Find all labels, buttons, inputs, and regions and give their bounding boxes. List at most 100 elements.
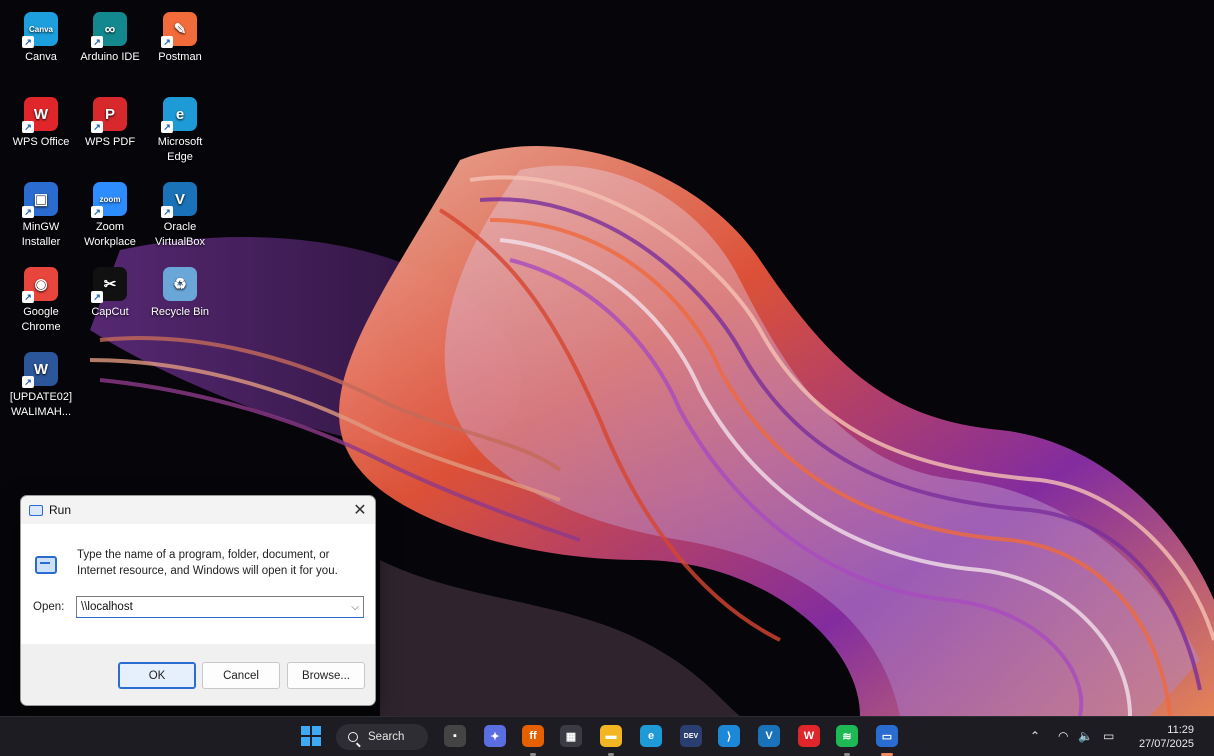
clock-time: 11:29 <box>1167 724 1194 736</box>
shortcut-arrow-icon: ↗ <box>91 36 103 48</box>
taskbar-app-virtualbox[interactable]: V <box>758 725 780 747</box>
microsoft-edge-icon: e ↗ <box>161 97 197 133</box>
chevron-up-icon[interactable]: ⌃ <box>1030 729 1040 743</box>
shortcut-arrow-icon: ↗ <box>91 206 103 218</box>
taskbar-app-microsoft-store[interactable]: ▦ <box>560 725 582 747</box>
walimah-document-glyph: W <box>33 360 49 378</box>
desktop-icon-canva[interactable]: Canva ↗ Canva <box>8 12 74 65</box>
run-app-icon <box>29 504 43 516</box>
task-view-icon: ▪ <box>453 730 457 742</box>
desktop-icon-google-chrome[interactable]: ◉ ↗ Google Chrome <box>8 267 74 335</box>
taskbar-app-wps[interactable]: W <box>798 725 820 747</box>
wps-icon: W <box>803 730 815 742</box>
run-footer: OK Cancel Browse... <box>21 644 375 705</box>
desktop-icon-zoom-workplace[interactable]: zoom ↗ Zoom Workplace <box>77 182 143 250</box>
close-icon: ✕ <box>353 502 367 519</box>
start-button[interactable] <box>300 725 322 747</box>
desktop-icon-label: Postman <box>158 51 202 63</box>
desktop-icon-postman[interactable]: ✎ ↗ Postman <box>147 12 213 65</box>
google-chrome-icon: ◉ ↗ <box>22 267 58 303</box>
open-input[interactable] <box>76 596 364 618</box>
firefox-icon: ff <box>529 730 537 742</box>
run-icon <box>35 556 57 574</box>
desktop-icon-label: Zoom Workplace <box>84 221 136 248</box>
run-title: Run <box>49 503 72 517</box>
battery-icon[interactable]: ▭ <box>1103 729 1114 743</box>
vscode-icon: ⟩ <box>726 730 732 743</box>
wps-pdf-icon: P ↗ <box>91 97 127 133</box>
desktop-icon-microsoft-edge[interactable]: e ↗ Microsoft Edge <box>147 97 213 165</box>
shortcut-arrow-icon: ↗ <box>161 206 173 218</box>
browse-button[interactable]: Browse... <box>287 662 365 689</box>
zoom-workplace-icon: zoom ↗ <box>91 182 127 218</box>
file-explorer-icon: ▬ <box>605 730 617 742</box>
ok-button[interactable]: OK <box>118 662 196 689</box>
run-titlebar[interactable]: Run <box>21 496 375 524</box>
walimah-document-icon: W ↗ <box>22 352 58 388</box>
taskbar-app-task-view[interactable]: ▪ <box>444 725 466 747</box>
chevron-down-icon[interactable]: ⌵ <box>347 598 363 616</box>
wps-pdf-glyph: P <box>104 105 115 123</box>
microsoft-store-icon: ▦ <box>565 730 577 743</box>
taskbar-app-copilot[interactable]: ✦ <box>484 725 506 747</box>
desktop-icon-wps-office[interactable]: W ↗ WPS Office <box>8 97 74 150</box>
search-icon <box>348 732 358 742</box>
mingw-installer-glyph: ▣ <box>33 190 49 208</box>
desktop-icon-label: Recycle Bin <box>150 306 210 318</box>
canva-glyph: Canva <box>28 24 53 34</box>
postman-icon: ✎ ↗ <box>161 12 197 48</box>
cancel-button[interactable]: Cancel <box>202 662 280 689</box>
desktop-icon-label: Oracle VirtualBox <box>155 221 205 248</box>
shortcut-arrow-icon: ↗ <box>22 36 34 48</box>
desktop-icon-label: WPS PDF <box>84 136 136 148</box>
shortcut-arrow-icon: ↗ <box>161 36 173 48</box>
wifi-icon[interactable]: ◠ <box>1058 729 1068 743</box>
shortcut-arrow-icon: ↗ <box>22 121 34 133</box>
shortcut-arrow-icon: ↗ <box>22 376 34 388</box>
arduino-ide-glyph: ∞ <box>104 20 116 38</box>
desktop-icon-label: MinGW Installer <box>21 221 61 248</box>
taskbar-app-run[interactable]: ▭ <box>876 725 898 747</box>
dev-home-icon: DEV <box>683 732 699 740</box>
desktop-icon-recycle-bin[interactable]: ♻ Recycle Bin <box>147 267 213 320</box>
desktop-icon-label: WPS Office <box>12 136 70 148</box>
shortcut-arrow-icon: ↗ <box>22 291 34 303</box>
google-chrome-glyph: ◉ <box>34 275 48 293</box>
spotify-icon: ≋ <box>842 730 852 743</box>
recycle-bin-glyph: ♻ <box>173 275 187 293</box>
run-dialog: Run ✕ Type the name of a program, folder… <box>20 495 376 706</box>
mingw-installer-icon: ▣ ↗ <box>22 182 58 218</box>
zoom-workplace-glyph: zoom <box>99 194 121 204</box>
desktop-icon-walimah-document[interactable]: W ↗ [UPDATE02] WALIMAH... <box>8 352 74 420</box>
taskbar-app-firefox[interactable]: ff <box>522 725 544 747</box>
open-label: Open: <box>33 601 65 613</box>
taskbar-app-vscode[interactable]: ⟩ <box>718 725 740 747</box>
taskbar-search[interactable]: Search <box>336 724 428 750</box>
taskbar-app-dev-home[interactable]: DEV <box>680 725 702 747</box>
desktop-icon-label: Canva <box>25 51 57 63</box>
oracle-virtualbox-glyph: V <box>174 190 185 208</box>
oracle-virtualbox-icon: V ↗ <box>161 182 197 218</box>
shortcut-arrow-icon: ↗ <box>161 121 173 133</box>
volume-icon[interactable]: 🔈 <box>1078 729 1093 743</box>
desktop-icon-arduino-ide[interactable]: ∞ ↗ Arduino IDE <box>77 12 143 65</box>
desktop-icon-mingw-installer[interactable]: ▣ ↗ MinGW Installer <box>8 182 74 250</box>
taskbar-app-spotify[interactable]: ≋ <box>836 725 858 747</box>
desktop-icon-capcut[interactable]: ✂ ↗ CapCut <box>77 267 143 320</box>
taskbar-app-edge[interactable]: e <box>640 725 662 747</box>
desktop-icon-label: Microsoft Edge <box>157 136 203 163</box>
copilot-icon: ✦ <box>490 730 500 743</box>
canva-icon: Canva ↗ <box>22 12 58 48</box>
postman-glyph: ✎ <box>173 20 187 38</box>
virtualbox-icon: V <box>765 730 773 742</box>
close-button[interactable]: ✕ <box>345 496 375 524</box>
wps-office-icon: W ↗ <box>22 97 58 133</box>
taskbar-app-file-explorer[interactable]: ▬ <box>600 725 622 747</box>
edge-icon: e <box>647 730 655 742</box>
wps-office-glyph: W <box>33 105 49 123</box>
windows-logo-icon <box>301 726 321 746</box>
desktop-icon-oracle-virtualbox[interactable]: V ↗ Oracle VirtualBox <box>147 182 213 250</box>
shortcut-arrow-icon: ↗ <box>91 291 103 303</box>
desktop-icon-wps-pdf[interactable]: P ↗ WPS PDF <box>77 97 143 150</box>
clock[interactable]: 11:29 27/07/2025 <box>1139 723 1194 751</box>
